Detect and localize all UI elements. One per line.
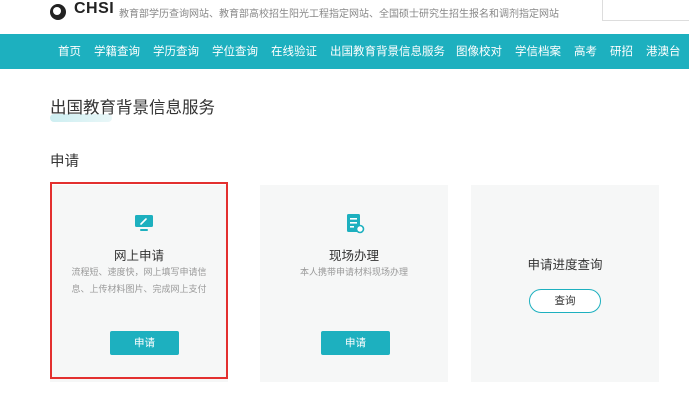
main-nav: 首页 学籍查询 学历查询 学位查询 在线验证 出国教育背景信息服务 图像校对 学… <box>0 34 689 69</box>
document-icon <box>345 213 365 234</box>
card-title-onsite: 现场办理 <box>328 248 379 263</box>
nav-item-yanzhao[interactable]: 研招 <box>610 34 633 69</box>
nav-item-student-status[interactable]: 学籍查询 <box>94 34 140 69</box>
nav-item-degree[interactable]: 学位查询 <box>212 34 258 69</box>
onsite-apply-button[interactable]: 申请 <box>321 331 390 355</box>
nav-item-verify[interactable]: 在线验证 <box>271 34 317 69</box>
nav-item-archive[interactable]: 学信档案 <box>515 34 561 69</box>
progress-query-button[interactable]: 查询 <box>529 289 601 313</box>
nav-item-image-check[interactable]: 图像校对 <box>456 34 502 69</box>
card-progress: 申请进度查询 查询 <box>471 185 659 382</box>
site-slogan: 教育部学历查询网站、教育部高校招生阳光工程指定网站、全国硕士研究生招生报名和调剂… <box>119 9 559 20</box>
nav-item-hmt[interactable]: 港澳台 <box>646 34 681 69</box>
nav-item-degree-cert[interactable]: 学历查询 <box>153 34 199 69</box>
top-header: CHSI 教育部学历查询网站、教育部高校招生阳光工程指定网站、全国硕士研究生招生… <box>0 0 689 34</box>
card-title-progress: 申请进度查询 <box>527 257 603 272</box>
logo-text[interactable]: CHSI <box>74 0 114 18</box>
nav-item-gaokao[interactable]: 高考 <box>574 34 597 69</box>
card-onsite: 现场办理 本人携带申请材料现场办理 申请 <box>260 185 448 382</box>
chsi-logo-icon[interactable] <box>50 4 66 20</box>
nav-item-overseas[interactable]: 出国教育背景信息服务 <box>330 34 445 69</box>
search-input[interactable] <box>602 0 689 21</box>
card-desc-onsite: 本人携带申请材料现场办理 <box>299 268 408 278</box>
selection-highlight <box>50 182 228 379</box>
nav-item-home[interactable]: 首页 <box>58 34 81 69</box>
page-title: 出国教育背景信息服务 <box>50 98 215 117</box>
section-title: 申请 <box>50 154 79 170</box>
